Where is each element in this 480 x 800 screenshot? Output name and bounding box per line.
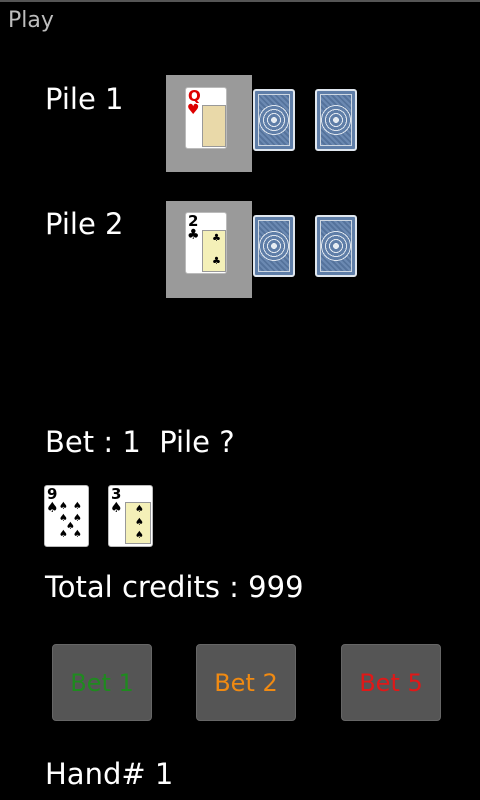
card-back-pattern-icon	[320, 220, 352, 272]
card-back-pattern-icon	[258, 94, 290, 146]
title-bar: Play	[0, 0, 480, 40]
spade-pip-icon: ♠	[59, 529, 68, 540]
spade-suit-icon: ♠	[110, 500, 123, 516]
spade-suit-icon: ♠	[46, 500, 59, 516]
heart-suit-icon: ♥	[187, 102, 200, 118]
bet-1-button[interactable]: Bet 1	[52, 644, 152, 721]
pile-1-hidden-card-2[interactable]	[315, 89, 357, 151]
pile-2-hidden-card-2[interactable]	[315, 215, 357, 277]
card-center-panel: ♠ ♠ ♠ ♠ ♠ ♠ ♠	[57, 500, 87, 544]
pile-2-hidden-card-1[interactable]	[253, 215, 295, 277]
pile-1-label: Pile 1	[45, 82, 124, 116]
app-title: Play	[8, 8, 54, 33]
spade-pip-icon: ♠	[73, 529, 82, 540]
bet-5-button[interactable]: Bet 5	[341, 644, 441, 721]
pile-2-label: Pile 2	[45, 207, 124, 241]
spade-pip-icon: ♠	[135, 517, 144, 528]
total-credits: Total credits : 999	[45, 570, 304, 604]
card-center-panel: ♠ ♠ ♠	[125, 502, 151, 544]
spade-pip-icon: ♠	[135, 530, 144, 541]
card-back-pattern-icon	[258, 220, 290, 272]
player-card-1: ♠ ♠ ♠ ♠ ♠ ♠ ♠ 9 ♠	[44, 485, 89, 547]
spade-pip-icon: ♠	[73, 501, 82, 512]
bet-2-button[interactable]: Bet 2	[196, 644, 296, 721]
club-suit-icon: ♣	[187, 227, 200, 243]
spade-pip-icon: ♠	[59, 501, 68, 512]
pile-2-face-card[interactable]: ♣ ♣ 2 ♣	[185, 212, 227, 274]
club-pip-icon: ♣	[212, 256, 221, 267]
spade-pip-icon: ♠	[135, 504, 144, 515]
bet-status-text: Bet : 1 Pile ?	[45, 425, 235, 459]
player-card-2: ♠ ♠ ♠ 3 ♠	[108, 485, 153, 547]
hand-number: Hand# 1	[45, 757, 174, 791]
queen-artwork	[202, 105, 226, 147]
pile-1-hidden-card-1[interactable]	[253, 89, 295, 151]
club-pip-icon: ♣	[212, 233, 221, 244]
pile-1-face-card[interactable]: Q ♥	[185, 87, 227, 149]
card-back-pattern-icon	[320, 94, 352, 146]
card-center-panel: ♣ ♣	[202, 230, 226, 272]
